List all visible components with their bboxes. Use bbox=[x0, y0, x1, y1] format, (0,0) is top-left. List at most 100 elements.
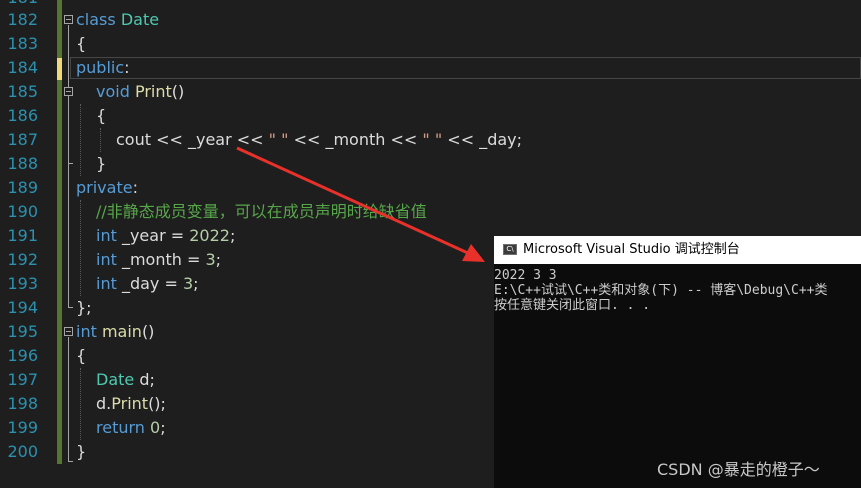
code-line-193[interactable]: int _day = 3; bbox=[96, 272, 199, 296]
brace: } bbox=[76, 442, 87, 461]
function-name: main bbox=[101, 322, 142, 341]
code-line-197[interactable]: Date d; bbox=[96, 368, 155, 392]
debug-console-window[interactable]: C\ Microsoft Visual Studio 调试控制台 2022 3 … bbox=[494, 236, 861, 488]
code-line-184[interactable]: public: bbox=[76, 56, 130, 80]
code-line-199[interactable]: return 0; bbox=[96, 416, 166, 440]
code-line-196[interactable]: { bbox=[76, 344, 86, 368]
console-output-line: 按任意键关闭此窗口. . . bbox=[494, 298, 651, 313]
line-number: 191 bbox=[7, 226, 38, 245]
line-number: 182 bbox=[7, 10, 38, 29]
code-text: ; bbox=[193, 274, 199, 293]
code-text: _month = bbox=[116, 250, 206, 269]
code-text: cout << _year << bbox=[116, 130, 269, 149]
function-name: Print bbox=[134, 82, 172, 101]
code-text: d; bbox=[134, 370, 155, 389]
number-literal: 3 bbox=[182, 274, 194, 293]
line-number: 183 bbox=[7, 34, 38, 53]
line-number: 198 bbox=[7, 394, 38, 413]
fold-region-end bbox=[68, 307, 73, 308]
brace: { bbox=[76, 34, 87, 53]
code-line-187[interactable]: cout << _year << " " << _month << " " <<… bbox=[116, 128, 522, 152]
console-title-bar[interactable]: C\ Microsoft Visual Studio 调试控制台 bbox=[494, 236, 861, 264]
line-number: 200 bbox=[7, 442, 38, 461]
code-line-188[interactable]: } bbox=[96, 152, 106, 176]
code-line-182[interactable]: class Date bbox=[76, 8, 159, 32]
indent-guide bbox=[80, 104, 81, 176]
watermark: CSDN @暴走的橙子～ bbox=[657, 460, 820, 479]
fold-collapse-icon[interactable] bbox=[64, 87, 73, 96]
fold-region-line bbox=[68, 337, 69, 461]
number-literal: 0 bbox=[150, 418, 161, 437]
fold-collapse-icon[interactable] bbox=[64, 327, 73, 336]
code-line-192[interactable]: int _month = 3; bbox=[96, 248, 221, 272]
current-line-highlight bbox=[70, 57, 861, 79]
fold-region-end bbox=[68, 163, 73, 164]
class-name: Date bbox=[96, 370, 135, 389]
code-line-194[interactable]: }; bbox=[76, 296, 92, 320]
code-line-186[interactable]: { bbox=[96, 104, 106, 128]
keyword: int bbox=[76, 322, 97, 341]
line-number: 190 bbox=[7, 202, 38, 221]
line-number: 196 bbox=[7, 346, 38, 365]
console-app-icon: C\ bbox=[503, 244, 517, 255]
line-number: 187 bbox=[7, 130, 38, 149]
code-text: << _month << bbox=[288, 130, 423, 149]
change-indicator-bar bbox=[57, 80, 62, 464]
code-line-200[interactable]: } bbox=[76, 440, 86, 464]
code-text: _day = bbox=[116, 274, 183, 293]
indent-guide bbox=[80, 200, 81, 296]
number-literal: 2022 bbox=[189, 226, 230, 245]
keyword: int bbox=[96, 250, 117, 269]
line-number: 194 bbox=[7, 298, 38, 317]
code-line-198[interactable]: d.Print(); bbox=[96, 392, 166, 416]
code-line-189[interactable]: private: bbox=[76, 176, 138, 200]
fold-region-line bbox=[68, 25, 69, 307]
punctuation: : bbox=[124, 58, 130, 77]
keyword: int bbox=[96, 274, 117, 293]
line-number: 195 bbox=[7, 322, 38, 341]
line-number: 199 bbox=[7, 418, 38, 437]
code-line-191[interactable]: int _year = 2022; bbox=[96, 224, 235, 248]
brace: }; bbox=[76, 298, 92, 317]
code-line-190[interactable]: //非静态成员变量，可以在成员声明时给缺省值 bbox=[96, 200, 427, 224]
keyword: private bbox=[76, 178, 133, 197]
indent-guide bbox=[100, 128, 101, 152]
keyword: public bbox=[76, 58, 125, 77]
fold-collapse-icon[interactable] bbox=[64, 15, 73, 24]
line-number: 193 bbox=[7, 274, 38, 293]
code-text: << _day; bbox=[442, 130, 523, 149]
brace: } bbox=[96, 154, 107, 173]
fold-region-end bbox=[68, 461, 73, 462]
class-name: Date bbox=[120, 10, 160, 29]
punctuation: () bbox=[141, 322, 155, 341]
line-number: 186 bbox=[7, 106, 38, 125]
line-number: 189 bbox=[7, 178, 38, 197]
code-line-185[interactable]: void Print() bbox=[96, 80, 184, 104]
line-number: 184 bbox=[7, 58, 38, 77]
indent-guide bbox=[80, 368, 81, 440]
keyword: class bbox=[76, 10, 116, 29]
line-number: 185 bbox=[7, 82, 38, 101]
console-output-line: E:\C++试试\C++类和对象(下) -- 博客\Debug\C++类 bbox=[494, 283, 828, 298]
line-number-gutter: 181 182 183 184 185 186 187 188 189 190 … bbox=[0, 0, 44, 488]
number-literal: 3 bbox=[205, 250, 216, 269]
keyword: return bbox=[96, 418, 145, 437]
code-line-183[interactable]: { bbox=[76, 32, 86, 56]
code-text: ; bbox=[229, 226, 236, 245]
brace: { bbox=[76, 346, 87, 365]
line-number: 192 bbox=[7, 250, 38, 269]
code-text: ; bbox=[160, 418, 166, 437]
code-text: ; bbox=[215, 250, 222, 269]
string-literal: " " bbox=[268, 130, 289, 149]
console-title: Microsoft Visual Studio 调试控制台 bbox=[523, 242, 740, 257]
console-output[interactable]: 2022 3 3 E:\C++试试\C++类和对象(下) -- 博客\Debug\… bbox=[494, 268, 861, 313]
line-number: 188 bbox=[7, 154, 38, 173]
punctuation: : bbox=[132, 178, 138, 197]
comment: //非静态成员变量，可以在成员声明时给缺省值 bbox=[96, 202, 427, 221]
change-indicator-bar-modified bbox=[57, 58, 62, 80]
keyword: int bbox=[96, 226, 117, 245]
function-name: Print bbox=[111, 394, 149, 413]
code-text: _year = bbox=[116, 226, 190, 245]
code-line-195[interactable]: int main() bbox=[76, 320, 154, 344]
keyword: void bbox=[96, 82, 130, 101]
